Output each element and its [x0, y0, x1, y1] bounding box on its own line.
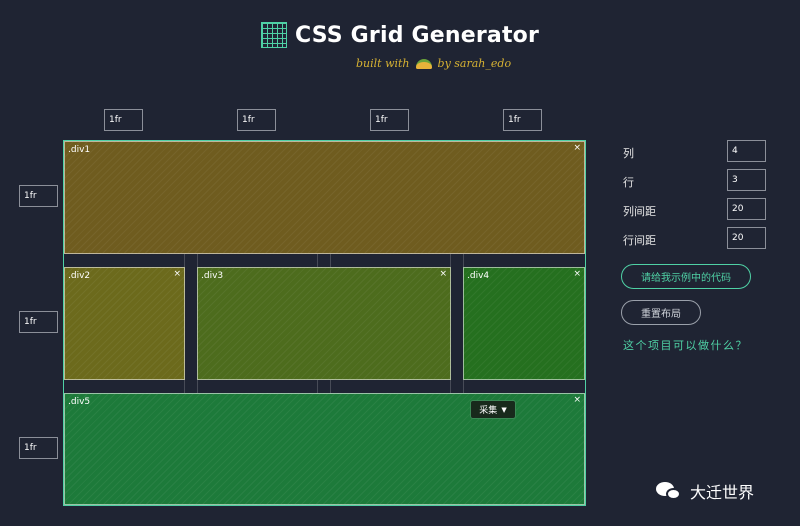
collect-button-label: 采集: [479, 406, 498, 416]
column-unit-input-4[interactable]: 1fr: [503, 109, 542, 131]
rows-label: 行: [623, 176, 634, 189]
close-icon[interactable]: ×: [173, 269, 181, 279]
what-can-it-do-link[interactable]: 这个项目可以做什么？: [623, 337, 748, 353]
grid-item-div1[interactable]: .div1 ×: [64, 141, 585, 254]
row-unit-input-2[interactable]: 1fr: [19, 311, 58, 333]
close-icon[interactable]: ×: [573, 143, 581, 153]
close-icon[interactable]: ×: [573, 395, 581, 405]
row-unit-input-1[interactable]: 1fr: [19, 185, 58, 207]
column-gap-label: 列间距: [623, 205, 656, 218]
reset-layout-button[interactable]: 重置布局: [621, 300, 701, 325]
columns-input[interactable]: 4: [727, 140, 766, 162]
row-gap-input[interactable]: 20: [727, 227, 766, 249]
grid-item-label: .div2: [68, 271, 91, 281]
close-icon[interactable]: ×: [439, 269, 447, 279]
taco-icon: [415, 58, 432, 69]
close-icon[interactable]: ×: [573, 269, 581, 279]
grid-logo-icon: [260, 22, 287, 48]
column-gap-input[interactable]: 20: [727, 198, 766, 220]
grid-item-label: .div3: [201, 271, 224, 281]
grid-item-label: .div5: [68, 397, 91, 407]
caret-down-icon: ▼: [501, 405, 507, 414]
watermark: 大迁世界: [656, 479, 754, 503]
show-code-button[interactable]: 请给我示例中的代码: [621, 264, 751, 289]
column-unit-input-3[interactable]: 1fr: [370, 109, 409, 131]
grid-item-div5[interactable]: .div5 × 采集 ▼: [64, 393, 585, 505]
grid-item-div2[interactable]: .div2 ×: [64, 267, 185, 380]
collect-button[interactable]: 采集 ▼: [470, 400, 516, 419]
grid-item-div3[interactable]: .div3 ×: [197, 267, 451, 380]
byline-suffix: by sarah_edo: [437, 57, 512, 70]
row-unit-input-3[interactable]: 1fr: [19, 437, 58, 459]
row-gap-label: 行间距: [623, 234, 656, 247]
page-title: CSS Grid Generator: [294, 22, 540, 48]
grid-item-div4[interactable]: .div4 ×: [463, 267, 585, 380]
grid-item-label: .div1: [68, 145, 91, 155]
column-unit-input-1[interactable]: 1fr: [104, 109, 143, 131]
byline-prefix: built with: [356, 57, 410, 70]
wechat-icon: [656, 480, 682, 502]
byline: built with by sarah_edo: [356, 57, 511, 70]
grid-container[interactable]: .div1 × .div2 × .div3 × .div4 × .div5 × …: [63, 140, 586, 506]
app-header: CSS Grid Generator: [0, 22, 800, 48]
grid-item-label: .div4: [467, 271, 490, 281]
column-unit-input-2[interactable]: 1fr: [237, 109, 276, 131]
watermark-text: 大迁世界: [690, 483, 755, 502]
columns-label: 列: [623, 147, 634, 160]
rows-input[interactable]: 3: [727, 169, 766, 191]
